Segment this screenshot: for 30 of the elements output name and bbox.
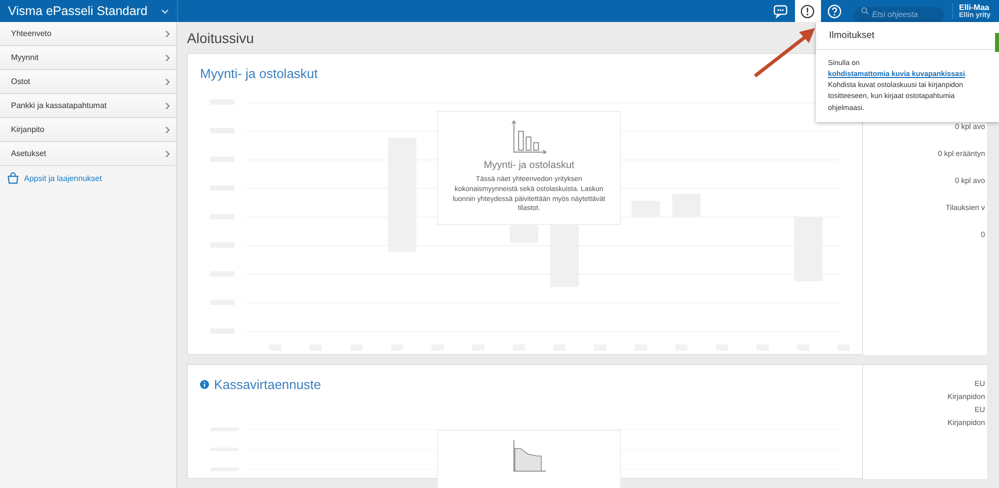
shopping-bag-icon xyxy=(7,172,19,184)
page-title: Aloitussivu xyxy=(187,30,254,46)
sidebar-item[interactable]: Asetukset xyxy=(0,142,176,166)
search-icon xyxy=(861,7,869,15)
empty-state-title: Myynti- ja ostolaskut xyxy=(484,160,574,171)
chevron-right-icon xyxy=(165,126,170,134)
card-title: Myynti- ja ostolaskut xyxy=(200,66,318,80)
chevron-right-icon xyxy=(165,150,170,158)
sidebar-item[interactable]: Pankki ja kassatapahtumat xyxy=(0,94,176,118)
sidebar-item[interactable]: Kirjanpito xyxy=(0,118,176,142)
card-title: Kassavirtaennuste xyxy=(214,376,321,392)
chevron-right-icon xyxy=(165,102,170,110)
bar-chart-icon xyxy=(510,120,548,154)
sidebar-item[interactable]: Yhteenveto xyxy=(0,22,176,46)
info-icon xyxy=(200,380,209,388)
help-icon xyxy=(827,4,842,18)
app-title: Visma ePasseli Standard xyxy=(8,4,148,18)
chevron-right-icon xyxy=(165,78,170,86)
chevron-right-icon xyxy=(165,54,170,62)
chevron-right-icon xyxy=(165,30,170,38)
user-name[interactable]: Elli-Maa xyxy=(959,3,999,12)
sidebar-item[interactable]: Myynnit xyxy=(0,46,176,70)
notifications-button[interactable] xyxy=(794,0,820,22)
search-field[interactable]: Etsi ohjeesta xyxy=(854,6,944,22)
annotation-arrow xyxy=(753,26,817,78)
chat-icon xyxy=(773,4,788,18)
chevron-down-icon[interactable] xyxy=(161,8,169,14)
sidebar-item[interactable]: Ostot xyxy=(0,70,176,94)
alert-icon xyxy=(800,4,815,18)
apps-link[interactable]: Appsit ja laajennukset xyxy=(24,174,102,182)
